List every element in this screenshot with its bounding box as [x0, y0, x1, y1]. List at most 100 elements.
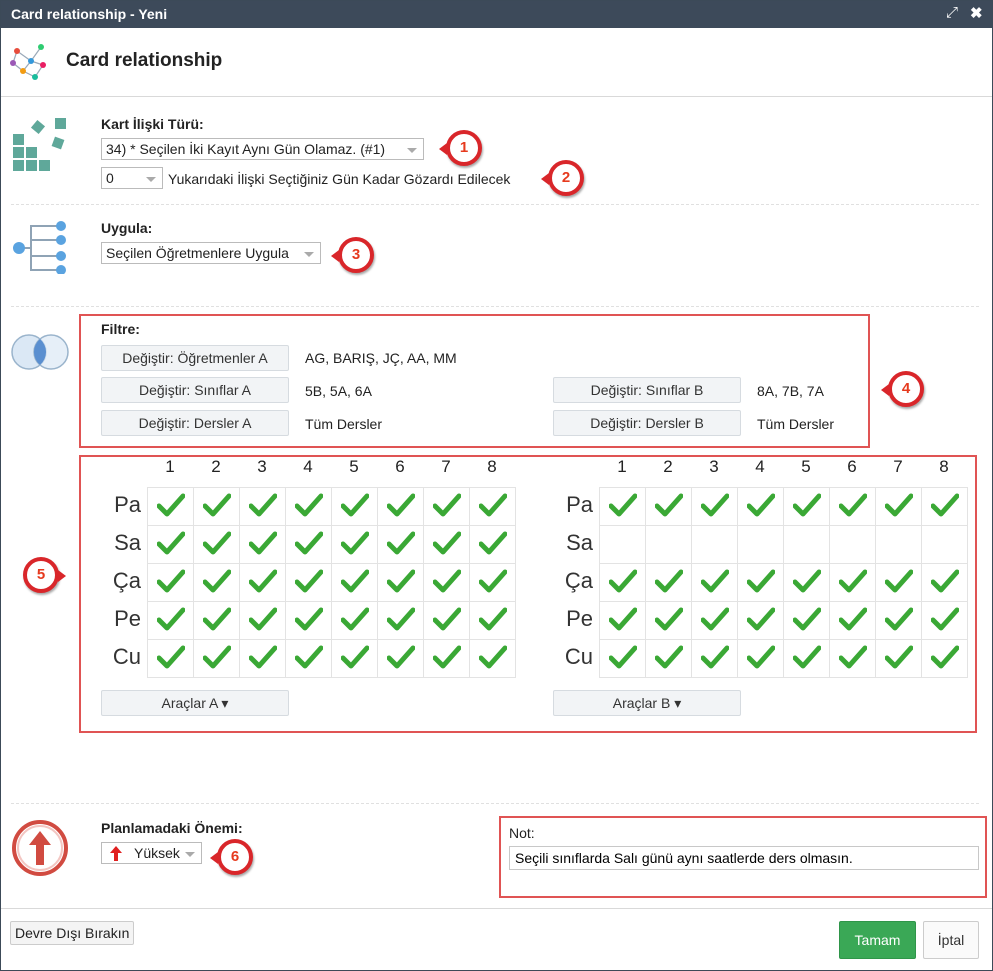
grid-b-cell[interactable] [737, 525, 784, 564]
grid-a-cell[interactable] [423, 601, 470, 640]
grid-a-cell[interactable] [331, 525, 378, 564]
grid-b-cell[interactable] [599, 487, 646, 526]
grid-b-period-4[interactable]: 4 [737, 457, 783, 477]
grid-a-cell[interactable] [469, 563, 516, 602]
grid-b-period-8[interactable]: 8 [921, 457, 967, 477]
grid-a-cell[interactable] [193, 563, 240, 602]
importance-select[interactable]: Yüksek [101, 842, 202, 864]
grid-b-cell[interactable] [645, 525, 692, 564]
grid-b-cell[interactable] [875, 487, 922, 526]
grid-b-period-6[interactable]: 6 [829, 457, 875, 477]
grid-a-cell[interactable] [423, 525, 470, 564]
grid-b-cell[interactable] [737, 601, 784, 640]
disable-button[interactable]: Devre Dışı Bırakın [10, 921, 135, 945]
grid-b-cell[interactable] [921, 525, 968, 564]
grid-a-period-8[interactable]: 8 [469, 457, 515, 477]
grid-a-period-7[interactable]: 7 [423, 457, 469, 477]
grid-a-cell[interactable] [423, 639, 470, 678]
grid-b-cell[interactable] [645, 487, 692, 526]
grid-b-cell[interactable] [645, 639, 692, 678]
grid-a-cell[interactable] [193, 601, 240, 640]
grid-a-day-2[interactable]: Ça [101, 568, 141, 594]
grid-a-cell[interactable] [147, 601, 194, 640]
grid-b-cell[interactable] [599, 639, 646, 678]
grid-a-cell[interactable] [423, 563, 470, 602]
grid-a-period-3[interactable]: 3 [239, 457, 285, 477]
close-icon[interactable]: ✖ [970, 4, 983, 22]
grid-a-cell[interactable] [239, 601, 286, 640]
grid-b-cell[interactable] [599, 563, 646, 602]
grid-b-cell[interactable] [829, 487, 876, 526]
grid-b-cell[interactable] [875, 601, 922, 640]
grid-a-cell[interactable] [469, 487, 516, 526]
grid-b-cell[interactable] [875, 639, 922, 678]
grid-b-cell[interactable] [921, 601, 968, 640]
grid-a-cell[interactable] [147, 639, 194, 678]
grid-b-cell[interactable] [921, 487, 968, 526]
grid-a-period-6[interactable]: 6 [377, 457, 423, 477]
grid-a-cell[interactable] [285, 525, 332, 564]
grid-a-cell[interactable] [377, 563, 424, 602]
grid-b-period-3[interactable]: 3 [691, 457, 737, 477]
grid-b-cell[interactable] [599, 601, 646, 640]
grid-a-day-0[interactable]: Pa [101, 492, 141, 518]
grid-b-cell[interactable] [921, 639, 968, 678]
grid-b-cell[interactable] [875, 563, 922, 602]
grid-b-cell[interactable] [737, 563, 784, 602]
grid-b-period-1[interactable]: 1 [599, 457, 645, 477]
grid-b-cell[interactable] [783, 601, 830, 640]
grid-a-cell[interactable] [331, 563, 378, 602]
apply-select[interactable]: Seçilen Öğretmenlere Uygula [101, 242, 321, 264]
title-bar[interactable]: Card relationship - Yeni ⤢ ✖ [1, 1, 992, 28]
days-select[interactable]: 0 [101, 167, 163, 189]
grid-b-cell[interactable] [921, 563, 968, 602]
grid-a-cell[interactable] [147, 487, 194, 526]
grid-b-cell[interactable] [829, 601, 876, 640]
grid-b-day-3[interactable]: Pe [553, 606, 593, 632]
grid-a-cell[interactable] [147, 563, 194, 602]
change-lessons-b-button[interactable]: Değiştir: Dersler B [553, 410, 741, 436]
grid-a-cell[interactable] [331, 639, 378, 678]
grid-b-cell[interactable] [829, 563, 876, 602]
grid-b-period-7[interactable]: 7 [875, 457, 921, 477]
grid-b-cell[interactable] [783, 563, 830, 602]
grid-b-cell[interactable] [737, 487, 784, 526]
grid-b-cell[interactable] [691, 601, 738, 640]
ok-button[interactable]: Tamam [839, 921, 916, 959]
grid-b-cell[interactable] [645, 563, 692, 602]
grid-b-cell[interactable] [691, 525, 738, 564]
grid-b-day-1[interactable]: Sa [553, 530, 593, 556]
grid-a-period-4[interactable]: 4 [285, 457, 331, 477]
grid-b-cell[interactable] [783, 487, 830, 526]
change-lessons-a-button[interactable]: Değiştir: Dersler A [101, 410, 289, 436]
grid-a-cell[interactable] [331, 601, 378, 640]
grid-a-cell[interactable] [331, 487, 378, 526]
note-input[interactable] [509, 846, 979, 870]
grid-a-cell[interactable] [377, 525, 424, 564]
grid-b-cell[interactable] [691, 487, 738, 526]
relation-type-select[interactable]: 34) * Seçilen İki Kayıt Aynı Gün Olamaz.… [101, 138, 424, 160]
grid-b-day-4[interactable]: Cu [553, 644, 593, 670]
grid-a-cell[interactable] [239, 639, 286, 678]
grid-a-period-2[interactable]: 2 [193, 457, 239, 477]
grid-a-cell[interactable] [469, 525, 516, 564]
change-classes-a-button[interactable]: Değiştir: Sınıflar A [101, 377, 289, 403]
grid-a-day-1[interactable]: Sa [101, 530, 141, 556]
grid-a-cell[interactable] [239, 563, 286, 602]
grid-a-cell[interactable] [239, 525, 286, 564]
grid-b-cell[interactable] [645, 601, 692, 640]
tools-b-button[interactable]: Araçlar B ▾ [553, 690, 741, 716]
expand-icon[interactable]: ⤢ [946, 4, 958, 21]
grid-a-cell[interactable] [377, 639, 424, 678]
grid-a-period-5[interactable]: 5 [331, 457, 377, 477]
grid-a-cell[interactable] [285, 563, 332, 602]
grid-b-day-2[interactable]: Ça [553, 568, 593, 594]
grid-a-cell[interactable] [193, 639, 240, 678]
grid-b-cell[interactable] [783, 525, 830, 564]
grid-a-period-1[interactable]: 1 [147, 457, 193, 477]
grid-a-cell[interactable] [193, 487, 240, 526]
change-classes-b-button[interactable]: Değiştir: Sınıflar B [553, 377, 741, 403]
grid-a-cell[interactable] [285, 639, 332, 678]
grid-b-period-5[interactable]: 5 [783, 457, 829, 477]
grid-b-cell[interactable] [691, 563, 738, 602]
